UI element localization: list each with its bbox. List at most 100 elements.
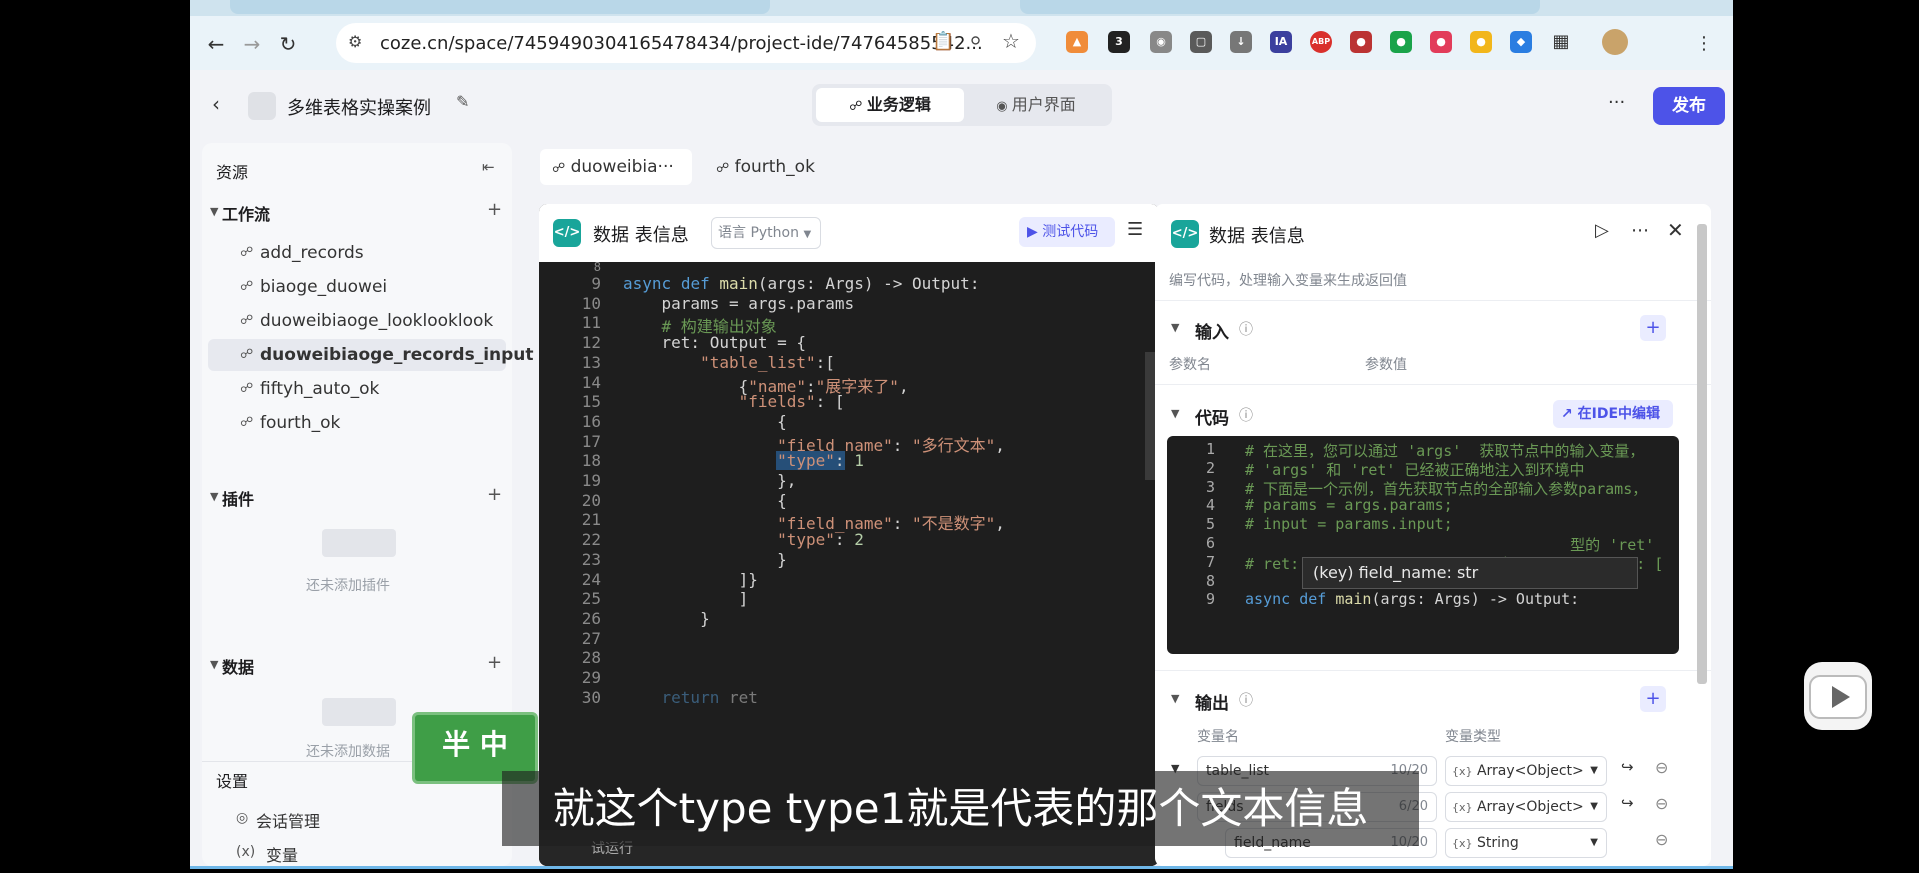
run-icon[interactable]: ▷ <box>1595 220 1609 241</box>
divider <box>1155 670 1711 671</box>
tab-user-interface[interactable]: ◉ 用户界面 <box>964 88 1108 122</box>
extension-icon[interactable]: ● <box>1390 31 1412 53</box>
line-number: 11 <box>581 313 601 333</box>
eye-off-icon[interactable]: ⚪ <box>968 31 983 52</box>
edit-in-ide-button[interactable]: ↗ 在IDE中编辑 <box>1553 400 1673 428</box>
extension-badge-icon[interactable]: 3 <box>1108 31 1130 53</box>
puzzle-icon[interactable]: ▦ <box>1550 31 1572 53</box>
workflow-icon: ☍ <box>552 161 566 176</box>
language-select[interactable]: 语言 Python ▼ <box>711 217 821 249</box>
code-line: { <box>623 411 787 431</box>
add-child-icon[interactable]: ↪ <box>1621 794 1634 812</box>
sidebar-item-duoweibiaoge-records-input[interactable]: ☍ duoweibiaoge_records_input <box>208 339 534 371</box>
code-preview[interactable]: 1 # 在这里，您可以通过 'args' 获取节点中的输入变量， 2 # 'args'… <box>1167 436 1679 654</box>
config-title: 数据 表信息 <box>1209 226 1305 247</box>
add-data-button[interactable]: + <box>487 652 502 673</box>
remove-icon[interactable]: ⊖ <box>1655 830 1668 849</box>
app-header: ‹ 多维表格实操案例 ✎ ☍ 业务逻辑 ◉ 用户界面 ··· 发布 <box>190 70 1733 140</box>
chevron-down-icon[interactable]: ▼ <box>1171 407 1179 420</box>
back-arrow-icon[interactable]: ← <box>202 30 230 58</box>
extension-icon[interactable]: ● <box>1470 31 1492 53</box>
variable-type-select[interactable]: {x} Array<Object> ▼ <box>1445 792 1607 822</box>
test-code-button[interactable]: ▶ 测试代码 <box>1019 217 1115 247</box>
sidebar-item-add-records[interactable]: ☍ add_records <box>208 237 506 269</box>
line-number: 1 <box>1205 440 1215 458</box>
clipboard-icon[interactable]: 📋 <box>932 31 954 52</box>
chevron-down-icon[interactable]: ▼ <box>1171 321 1179 334</box>
remove-icon[interactable]: ⊖ <box>1655 758 1668 777</box>
screenshot-icon[interactable]: ▢ <box>1190 31 1212 53</box>
add-child-icon[interactable]: ↪ <box>1621 758 1634 776</box>
chevron-down-icon[interactable]: ▼ <box>210 490 218 503</box>
session-management-item[interactable]: 会话管理 <box>256 808 320 832</box>
ia-extension-icon[interactable]: IA <box>1270 31 1292 53</box>
remove-icon[interactable]: ⊖ <box>1655 794 1668 813</box>
profile-avatar[interactable] <box>1602 29 1628 55</box>
play-triangle-icon <box>1809 675 1867 719</box>
data-section[interactable]: 数据 <box>222 654 254 678</box>
add-plugin-button[interactable]: + <box>487 484 502 505</box>
close-icon[interactable]: ✕ <box>1667 218 1684 242</box>
adblock-icon[interactable]: ABP <box>1310 31 1332 53</box>
extension-icon[interactable]: ◆ <box>1510 31 1532 53</box>
workflow-icon: ☍ <box>240 415 254 430</box>
tab-fourth-ok[interactable]: ☍ fourth_ok <box>704 149 824 185</box>
workflow-icon: ☍ <box>716 161 730 176</box>
chevron-down-icon: ▼ <box>1590 801 1598 812</box>
translate-icon[interactable]: ● <box>1430 31 1452 53</box>
download-icon[interactable]: ↓ <box>1230 31 1252 53</box>
add-workflow-button[interactable]: + <box>487 199 502 220</box>
code-node-icon: </> <box>1171 220 1199 248</box>
chevron-down-icon[interactable]: ▼ <box>210 658 218 671</box>
collapse-sidebar-icon[interactable]: ⇤ <box>482 158 495 176</box>
back-chevron-icon[interactable]: ‹ <box>212 92 220 116</box>
sidebar-item-fourth-ok[interactable]: ☍ fourth_ok <box>208 407 506 439</box>
extension-icon[interactable]: ● <box>1350 31 1372 53</box>
param-value-header: 参数值 <box>1365 357 1407 373</box>
code-line: async def main(args: Args) -> Output: <box>1245 590 1580 609</box>
sidebar-item-fiftyh-auto-ok[interactable]: ☍ fiftyh_auto_ok <box>208 373 506 405</box>
chevron-down-icon[interactable]: ▼ <box>210 205 218 218</box>
extension-icon[interactable]: ◉ <box>1150 31 1172 53</box>
url-text: coze.cn/space/7459490304165478434/projec… <box>380 33 983 54</box>
variables-item[interactable]: 变量 <box>266 842 298 866</box>
sidebar-item-label: biaoge_duowei <box>260 277 388 297</box>
type-icon: {x} <box>1452 837 1473 850</box>
ime-sticker-text: 半 中 <box>442 728 508 761</box>
variable-type-select[interactable]: {x} String ▼ <box>1445 828 1607 858</box>
line-number: 5 <box>1205 515 1215 534</box>
tab-business-logic[interactable]: ☍ 业务逻辑 <box>816 88 964 122</box>
more-menu[interactable]: ··· <box>1608 92 1625 113</box>
tab-duoweibia[interactable]: ☍ duoweibia··· <box>540 149 692 185</box>
sidebar-item-biaoge-duowei[interactable]: ☍ biaoge_duowei <box>208 271 506 303</box>
line-number: 21 <box>581 510 601 530</box>
add-input-button[interactable]: + <box>1640 315 1666 341</box>
play-icon: ▶ <box>1027 224 1038 240</box>
url-bar[interactable]: ⚙ coze.cn/space/7459490304165478434/proj… <box>336 23 1036 63</box>
add-output-button[interactable]: + <box>1640 686 1666 712</box>
browser-tab[interactable] <box>1020 0 1540 14</box>
more-icon[interactable]: ⋯ <box>1631 220 1649 241</box>
code-line: # params = args.params; <box>1245 496 1453 515</box>
edit-icon[interactable]: ✎ <box>456 92 469 111</box>
publish-button[interactable]: 发布 <box>1653 87 1725 125</box>
collapse-list-icon[interactable]: ☰ <box>1127 219 1143 240</box>
video-play-icon[interactable] <box>1804 662 1872 730</box>
type-icon: {x} <box>1452 801 1473 814</box>
reload-icon[interactable]: ↻ <box>274 30 302 58</box>
panel-scrollbar[interactable] <box>1697 224 1707 684</box>
star-icon[interactable]: ☆ <box>1002 29 1020 53</box>
workflow-section[interactable]: 工作流 <box>222 201 270 225</box>
extension-icon[interactable]: ▲ <box>1066 31 1088 53</box>
variable-type: Array<Object> <box>1476 799 1584 815</box>
video-subtitle: 就这个type type1就是代表的那个文本信息 <box>502 771 1419 846</box>
chevron-down-icon[interactable]: ▼ <box>1171 692 1179 705</box>
forward-arrow-icon[interactable]: → <box>238 30 266 58</box>
browser-menu-icon[interactable]: ⋮ <box>1690 30 1718 58</box>
workflow-icon: ☍ <box>240 313 254 328</box>
variable-type-select[interactable]: {x} Array<Object> ▼ <box>1445 756 1607 786</box>
browser-tab[interactable] <box>230 0 770 14</box>
plugins-section[interactable]: 插件 <box>222 486 254 510</box>
sidebar-item-duoweibiaoge-looklooklook[interactable]: ☍ duoweibiaoge_looklooklook <box>208 305 506 337</box>
site-settings-icon[interactable]: ⚙ <box>348 32 362 51</box>
